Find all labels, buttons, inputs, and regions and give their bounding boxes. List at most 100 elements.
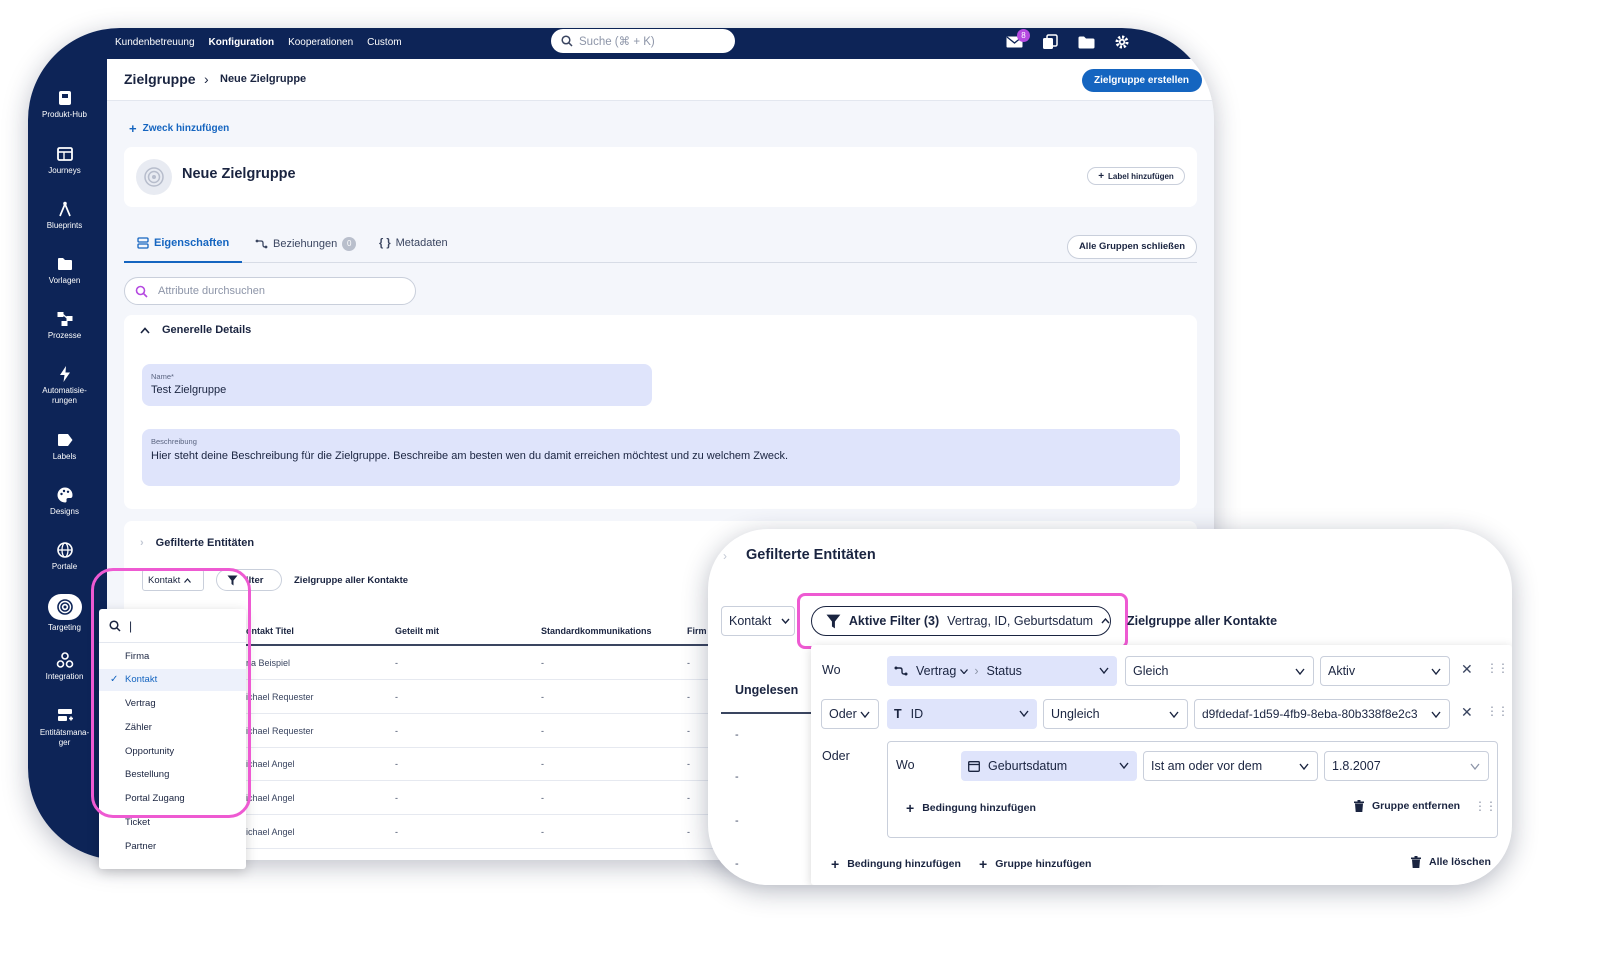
table-cell: - [541, 692, 544, 702]
top-icons: 8 [1004, 29, 1132, 51]
folder-icon [1078, 36, 1094, 48]
remove-condition-2-button[interactable]: ✕ [1461, 704, 1473, 721]
drag-handle-icon[interactable]: ⋮⋮ [1486, 661, 1509, 675]
table-cell: - [541, 658, 544, 668]
sidebar-item-designs[interactable]: Designs [28, 486, 101, 517]
group-add-condition-button[interactable]: + Bedingung hinzufügen [906, 800, 1036, 816]
gear-icon [1115, 35, 1129, 49]
breadcrumb-root[interactable]: Zielgruppe [124, 71, 196, 87]
group-connector: Oder [822, 749, 850, 763]
add-group-button[interactable]: + Gruppe hinzufügen [979, 856, 1091, 872]
sidebar-item-blueprints[interactable]: Blueprints [28, 200, 101, 231]
table-cell: ichael Requester [246, 726, 314, 736]
sidebar-item-prozesse[interactable]: Prozesse [28, 310, 101, 341]
group-all-contacts-link[interactable]: Zielgruppe aller Kontakte [294, 575, 408, 586]
condition-2-operator-select[interactable]: Ungleich [1043, 699, 1188, 729]
column-header[interactable]: Firm [687, 626, 707, 636]
active-tab-indicator [124, 261, 242, 263]
delete-all-button[interactable]: Alle löschen [1411, 856, 1491, 868]
sidebar-item-journeys[interactable]: Journeys [28, 145, 101, 176]
table-cell: - [687, 827, 690, 837]
column-header[interactable]: Geteilt mit [395, 626, 439, 636]
page-header: Zielgruppe › Neue Zielgruppe Zielgruppe … [107, 59, 1214, 101]
table-cell: - [541, 726, 544, 736]
condition-1-relation: Vertrag [916, 664, 957, 678]
plus-icon: + [831, 856, 840, 872]
condition-2-connector-select[interactable]: Oder [821, 699, 879, 729]
column-header[interactable]: ontakt Titel [246, 626, 294, 636]
tab-underline [721, 712, 811, 714]
attribute-search-input[interactable]: Attribute durchsuchen [124, 277, 416, 305]
add-condition-button[interactable]: + Bedingung hinzufügen [831, 856, 961, 872]
tab-beziehungen[interactable]: Beziehungen 0 [255, 237, 357, 251]
tab-ungelesen[interactable]: Ungelesen [735, 683, 798, 697]
delete-all-label: Alle löschen [1429, 856, 1491, 868]
tab-eigenschaften[interactable]: Eigenschaften [137, 237, 229, 249]
label-icon [57, 434, 72, 446]
sidebar-item-labels[interactable]: Labels [28, 431, 101, 462]
remove-condition-1-button[interactable]: ✕ [1461, 661, 1473, 678]
dropdown-option[interactable]: Partner [99, 836, 246, 858]
condition-1-operator-select[interactable]: Gleich [1125, 656, 1314, 686]
condition-1-field-select[interactable]: Vertrag › Status [887, 656, 1117, 686]
group-operator: Ist am oder vor dem [1151, 759, 1263, 773]
sidebar-item-produkt-hub[interactable]: Produkt-Hub [28, 89, 101, 120]
sidebar-item-automatisierungen[interactable]: Automatisie- rungen [28, 365, 101, 406]
zoom-entity-type-select[interactable]: Kontakt [721, 606, 795, 636]
group-value-input[interactable]: 1.8.2007 [1324, 751, 1489, 781]
table-cell: - [395, 827, 398, 837]
name-field-value: Test Zielgruppe [151, 384, 227, 396]
group-operator-select[interactable]: Ist am oder vor dem [1143, 751, 1318, 781]
filtered-entities-header[interactable]: › Gefilterte Entitäten [140, 537, 254, 549]
relations-count-badge: 0 [342, 237, 357, 251]
global-search-input[interactable]: Suche (⌘ + K) [551, 29, 735, 53]
condition-1-value-select[interactable]: Aktiv [1320, 656, 1450, 686]
sidebar-item-label: Integration [45, 672, 84, 681]
calendar-icon [968, 761, 980, 772]
sidebar-item-portale[interactable]: Portale [28, 541, 101, 572]
description-field[interactable]: Beschreibung Hier steht deine Beschreibu… [142, 429, 1180, 486]
condition-2-value-select[interactable]: d9fdedaf-1d59-4fb9-8eba-80b338f8e2c3 [1194, 699, 1450, 729]
tab-metadaten[interactable]: { } Metadaten [379, 237, 448, 249]
name-field[interactable]: Name* Test Zielgruppe [142, 364, 652, 406]
add-purpose-link[interactable]: + Zweck hinzufügen [129, 121, 229, 136]
table-cell: - [735, 729, 739, 741]
nav-konfiguration[interactable]: Konfiguration [209, 37, 275, 48]
lightning-icon [59, 366, 70, 382]
create-target-group-button[interactable]: Zielgruppe erstellen [1082, 69, 1202, 92]
nav-kooperationen[interactable]: Kooperationen [288, 37, 353, 48]
condition-1-operator: Gleich [1133, 664, 1169, 678]
sidebar-item-label: Prozesse [47, 331, 82, 340]
column-header[interactable]: Standardkommunikations [541, 626, 652, 636]
tab-label: Metadaten [395, 237, 448, 249]
copy-button[interactable] [1040, 33, 1060, 51]
table-cell: - [735, 771, 739, 783]
sidebar-item-label: Automatisie- [42, 386, 87, 395]
mail-button[interactable]: 8 [1004, 29, 1030, 51]
screenshot-stage: Kundenbetreuung Konfiguration Kooperatio… [0, 0, 1600, 961]
group-field-select[interactable]: Geburtsdatum [961, 751, 1137, 781]
table-cell: ichael Angel [246, 793, 295, 803]
table-cell: - [395, 726, 398, 736]
drag-handle-icon[interactable]: ⋮⋮ [1486, 704, 1509, 718]
drag-handle-icon[interactable]: ⋮⋮ [1474, 799, 1497, 813]
chevron-down-icon [1470, 763, 1480, 770]
plus-icon: + [979, 856, 988, 872]
nav-custom[interactable]: Custom [367, 37, 401, 48]
sidebar-item-label: Targeting [48, 623, 81, 632]
condition-2-field-select[interactable]: T ID [887, 699, 1037, 729]
table-cell: - [395, 658, 398, 668]
general-details-header[interactable]: Generelle Details [140, 324, 251, 336]
remove-group-button[interactable]: Gruppe entfernen [1354, 800, 1460, 812]
nav-kundenbetreuung[interactable]: Kundenbetreuung [115, 37, 195, 48]
copy-icon [1043, 34, 1058, 49]
folder-button[interactable] [1076, 33, 1096, 51]
tab-label: Beziehungen [273, 238, 338, 250]
sidebar-item-vorlagen[interactable]: Vorlagen [28, 255, 101, 286]
add-label-button[interactable]: + Label hinzufügen [1087, 167, 1185, 185]
settings-button[interactable] [1112, 33, 1132, 51]
attribute-search-placeholder: Attribute durchsuchen [158, 285, 266, 297]
close-all-groups-button[interactable]: Alle Gruppen schließen [1067, 235, 1197, 259]
zoom-group-all-contacts-link[interactable]: Zielgruppe aller Kontakte [1127, 614, 1277, 628]
table-cell: - [395, 793, 398, 803]
